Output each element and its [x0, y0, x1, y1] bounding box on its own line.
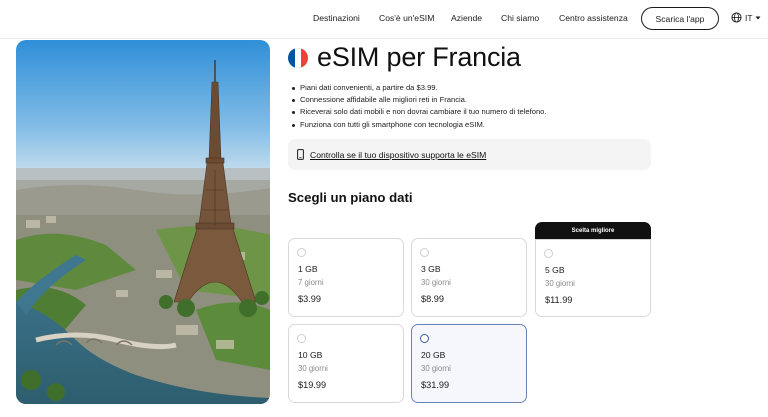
nav-business[interactable]: Aziende — [451, 13, 482, 23]
eiffel-tower-photo — [16, 40, 270, 404]
plan-radio[interactable] — [297, 248, 306, 257]
nav-what-is-esim[interactable]: Cos'è un'eSIM — [379, 13, 434, 23]
download-app-button[interactable]: Scarica l'app — [641, 7, 719, 30]
plan-data-amount: 5 GB — [545, 265, 565, 275]
nav-destinations[interactable]: Destinazioni — [313, 13, 360, 23]
plan-duration: 30 giorni — [421, 278, 451, 287]
plans-section-title: Scegli un piano dati — [288, 190, 413, 205]
france-flag-icon — [288, 47, 308, 68]
plan-card-1gb[interactable]: 1 GB 7 giorni $3.99 — [288, 238, 404, 317]
plan-duration: 30 giorni — [421, 364, 451, 373]
compatibility-link[interactable]: Controlla se il tuo dispositivo supporta… — [310, 150, 486, 160]
plan-data-amount: 1 GB — [298, 264, 318, 274]
chevron-down-icon — [755, 16, 761, 19]
top-header: Destinazioni Cos'è un'eSIM Aziende Chi s… — [0, 0, 768, 39]
plan-price: $8.99 — [421, 294, 444, 304]
feature-item: Connessione affidabile alle migliori ret… — [290, 94, 547, 106]
plan-duration: 30 giorni — [545, 279, 575, 288]
plan-data-amount: 10 GB — [298, 350, 323, 360]
plan-card-3gb[interactable]: 3 GB 30 giorni $8.99 — [411, 238, 527, 317]
product-title-row: eSIM per Francia — [288, 42, 521, 73]
plan-price: $11.99 — [545, 295, 573, 305]
plan-card-10gb[interactable]: 10 GB 30 giorni $19.99 — [288, 324, 404, 403]
feature-item: Piani dati convenienti, a partire da $3.… — [290, 82, 547, 94]
phone-icon — [297, 149, 304, 160]
plan-radio[interactable] — [544, 249, 553, 258]
plan-price: $3.99 — [298, 294, 321, 304]
best-choice-badge: Scelta migliore — [535, 222, 651, 239]
plan-price: $19.99 — [298, 380, 327, 390]
nav-about-us[interactable]: Chi siamo — [501, 13, 539, 23]
plan-card-5gb[interactable]: 5 GB 30 giorni $11.99 — [535, 239, 651, 317]
language-selector[interactable]: IT — [731, 12, 761, 23]
plan-data-amount: 20 GB — [421, 350, 446, 360]
plan-duration: 7 giorni — [298, 278, 324, 287]
hero-illustration — [16, 40, 270, 404]
plan-radio-selected[interactable] — [420, 334, 429, 343]
plan-price: $31.99 — [421, 380, 450, 390]
globe-icon — [731, 12, 742, 23]
plan-card-20gb[interactable]: 20 GB 30 giorni $31.99 — [411, 324, 527, 403]
feature-item: Funziona con tutti gli smartphone con te… — [290, 119, 547, 131]
plan-duration: 30 giorni — [298, 364, 328, 373]
page-title: eSIM per Francia — [317, 42, 521, 72]
feature-list: Piani dati convenienti, a partire da $3.… — [290, 82, 547, 131]
plan-radio[interactable] — [297, 334, 306, 343]
plan-radio[interactable] — [420, 248, 429, 257]
plan-data-amount: 3 GB — [421, 264, 441, 274]
feature-item: Riceverai solo dati mobili e non dovrai … — [290, 106, 547, 118]
compatibility-check[interactable]: Controlla se il tuo dispositivo supporta… — [288, 139, 651, 170]
language-code: IT — [745, 12, 753, 23]
nav-help-center[interactable]: Centro assistenza — [559, 13, 628, 23]
